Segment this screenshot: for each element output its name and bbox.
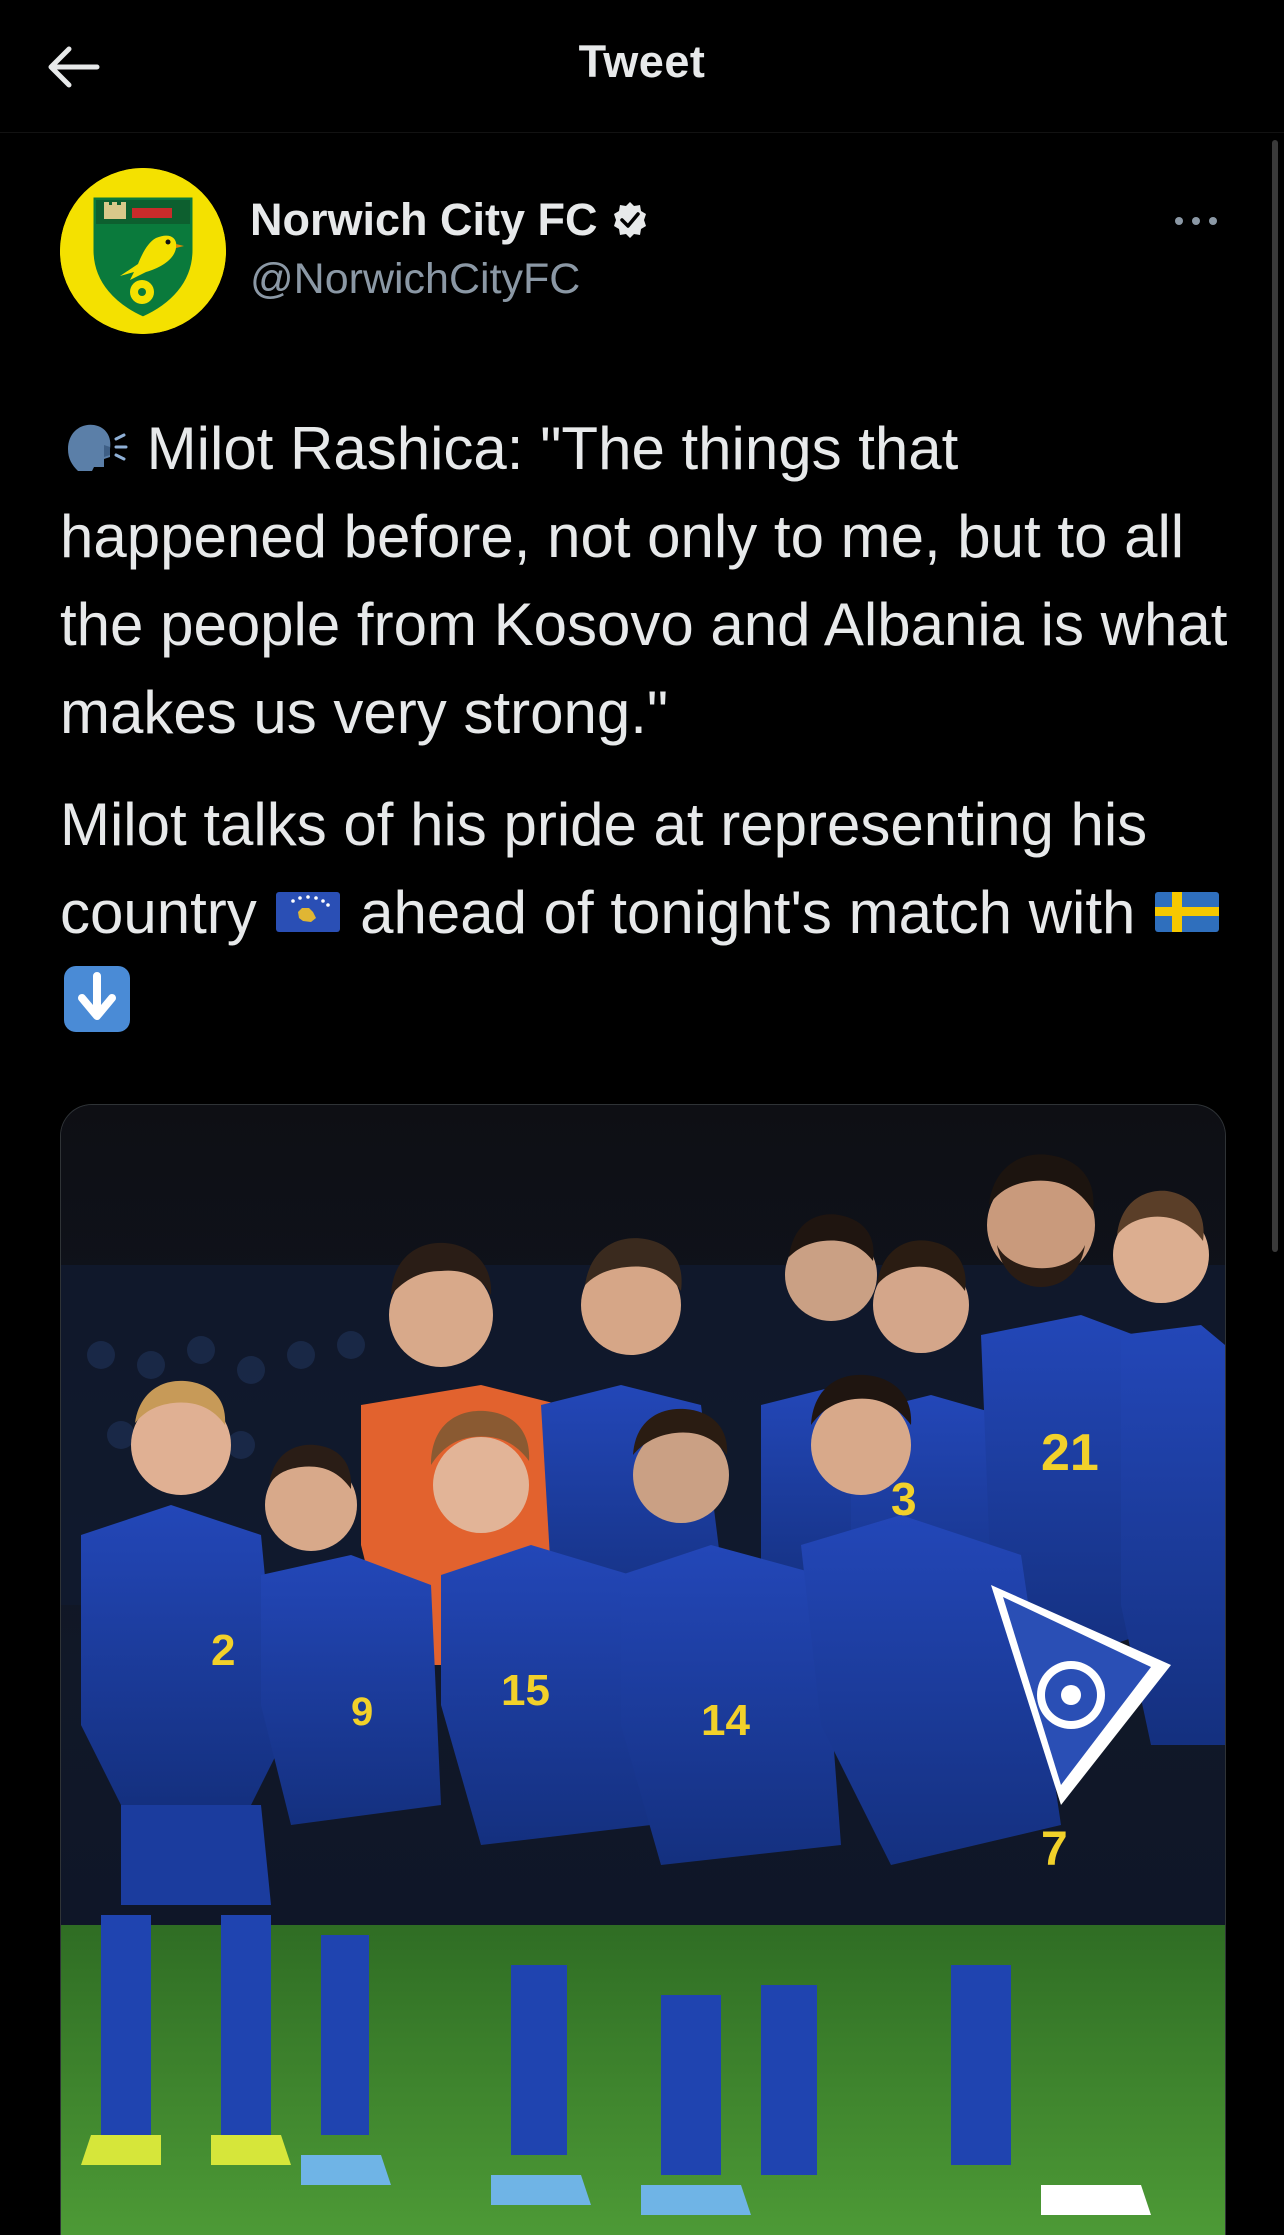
svg-text:14: 14 [701,1696,750,1745]
author-name-row: Norwich City FC [250,194,650,246]
tweet-media-photo[interactable]: 3 21 2 9 15 14 7 [60,1104,1226,2235]
norwich-crest-icon [60,168,226,334]
tweet-paragraph-1: Milot Rashica: "The things that happened… [60,405,1230,757]
speaking-head-emoji [68,424,128,472]
flag-sweden-emoji [1155,892,1220,933]
more-options-button[interactable] [1168,196,1224,246]
top-nav-bar: Tweet [0,0,1284,133]
tweet-text: Milot Rashica: "The things that happened… [60,405,1230,1045]
svg-text:9: 9 [351,1690,373,1734]
scrollbar-thumb[interactable] [1272,140,1278,1252]
avatar[interactable] [60,168,226,334]
page-title: Tweet [578,36,706,87]
tweet-quote-text: Milot Rashica: "The things that happened… [60,415,1228,746]
more-dots-icon [1175,217,1217,225]
author-name[interactable]: Norwich City FC [250,194,598,246]
tweet-paragraph-2: Milot talks of his pride at representing… [60,781,1230,1045]
svg-text:15: 15 [501,1666,550,1715]
svg-text:7: 7 [1041,1823,1068,1876]
tweet-text-part-2: ahead of tonight's match with [360,879,1136,946]
flag-kosovo-emoji [276,892,341,933]
svg-text:2: 2 [211,1626,235,1675]
svg-text:21: 21 [1041,1424,1099,1482]
author-handle[interactable]: @NorwichCityFC [250,255,580,304]
verified-badge-icon [613,202,646,238]
down-arrow-emoji [64,966,130,1033]
team-photo-image: 3 21 2 9 15 14 7 [61,1105,1225,2235]
